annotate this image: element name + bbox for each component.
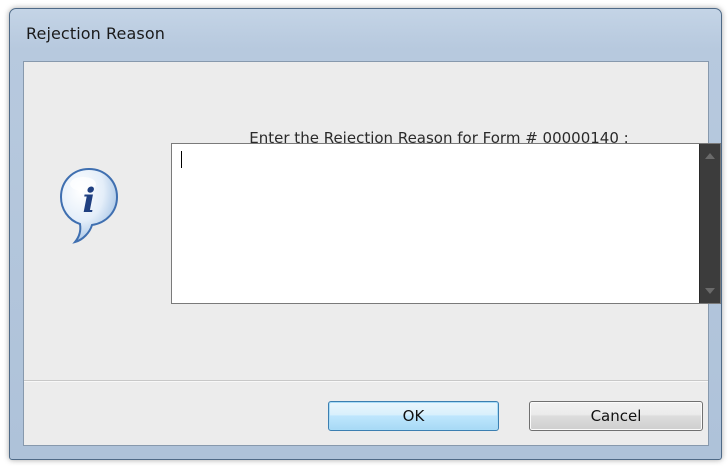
scroll-down-arrow-icon[interactable] [705, 288, 715, 294]
vertical-scrollbar[interactable] [699, 144, 720, 303]
scroll-up-arrow-icon[interactable] [705, 153, 715, 159]
dialog-client-area: i Enter the Rejection Reason for Form # … [23, 61, 721, 446]
button-area-divider [24, 380, 708, 382]
rejection-reason-textarea[interactable] [171, 143, 721, 304]
rejection-reason-dialog: Rejection Reason i Enter the Rejection R… [9, 8, 722, 460]
text-caret [181, 151, 182, 168]
info-speech-bubble-icon: i [59, 167, 119, 244]
cancel-button[interactable]: Cancel [529, 401, 703, 431]
ok-button[interactable]: OK [328, 401, 499, 431]
svg-text:i: i [83, 181, 96, 221]
dialog-title: Rejection Reason [26, 24, 165, 43]
